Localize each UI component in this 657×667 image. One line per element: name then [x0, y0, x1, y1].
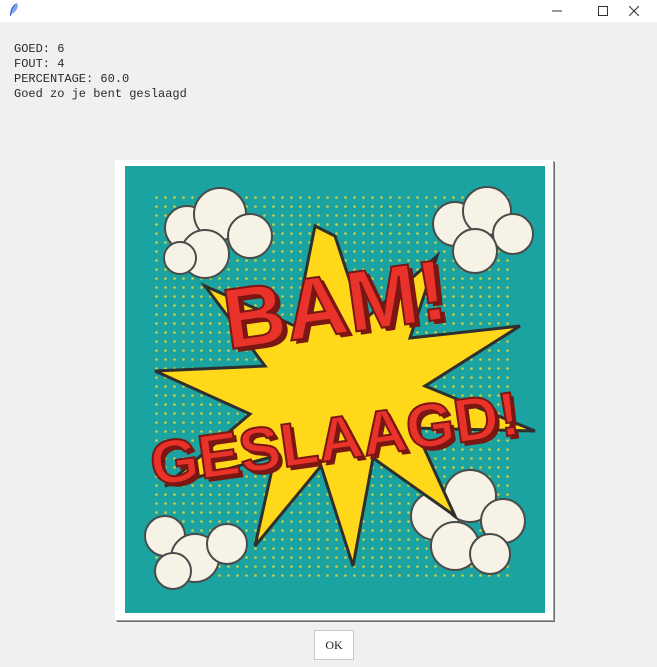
close-button[interactable] [611, 0, 657, 22]
bam-geslaagd-illustration: BAM! BAM! GESLAAGD! GESLAAGD! [125, 166, 545, 613]
result-image: BAM! BAM! GESLAAGD! GESLAAGD! [115, 160, 553, 620]
ok-button[interactable]: OK [314, 630, 354, 660]
good-count: GOED: 6 [14, 42, 65, 56]
minimize-button[interactable] [534, 0, 580, 22]
maximize-icon [598, 6, 608, 16]
percentage: PERCENTAGE: 60.0 [14, 72, 130, 86]
wrong-count: FOUT: 4 [14, 57, 65, 71]
main-content: GOED: 6 FOUT: 4 PERCENTAGE: 60.0 Goed zo… [0, 22, 657, 667]
minimize-icon [552, 10, 562, 12]
result-message: Goed zo je bent geslaagd [14, 87, 187, 101]
close-icon [629, 6, 639, 16]
feather-icon [7, 2, 21, 18]
title-bar [0, 0, 657, 22]
results-panel: GOED: 6 FOUT: 4 PERCENTAGE: 60.0 Goed zo… [14, 42, 187, 102]
